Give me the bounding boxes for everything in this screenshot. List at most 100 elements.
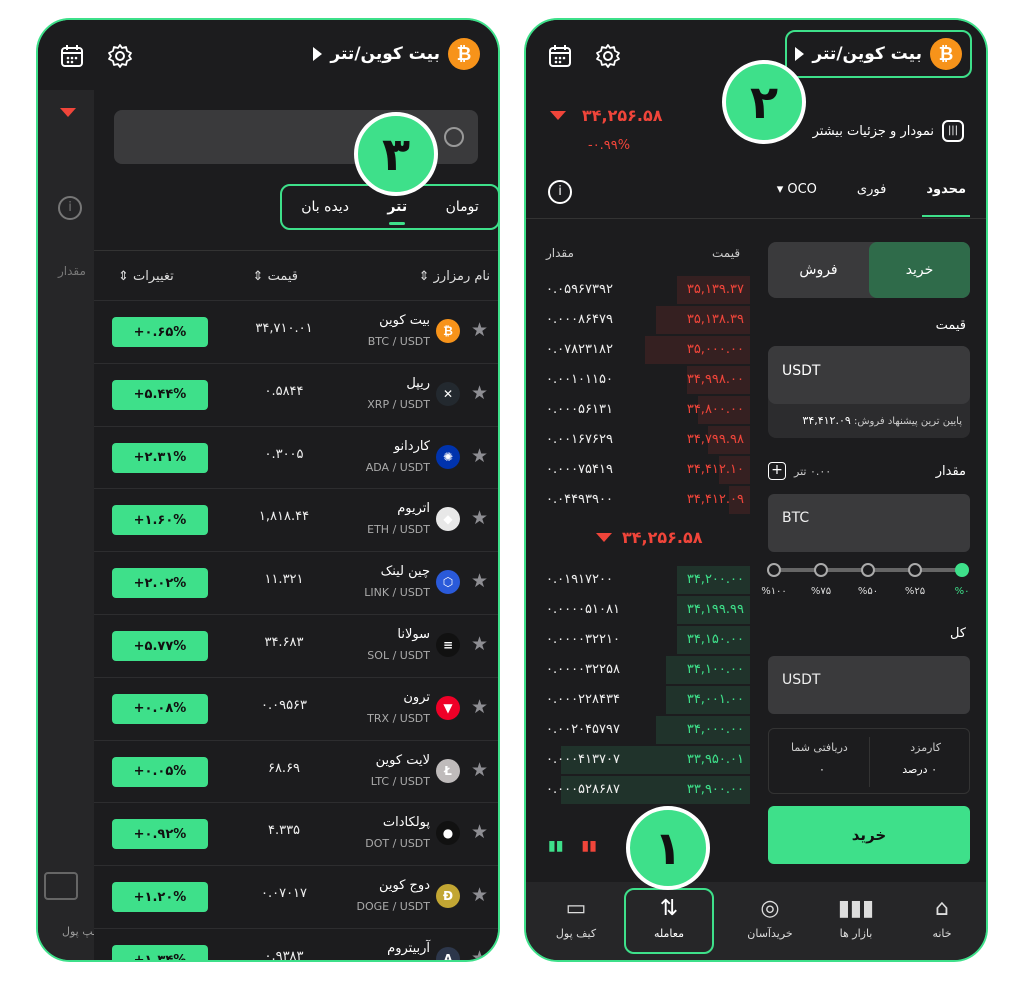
nav-trade-label: معامله	[654, 927, 684, 940]
star-icon[interactable]: ★	[471, 445, 488, 467]
star-icon[interactable]: ★	[471, 570, 488, 592]
star-icon[interactable]: ★	[471, 507, 488, 529]
calendar-icon[interactable]	[546, 42, 574, 70]
market-row[interactable]: ★ ◆ اتریوم ETH / USDT ۱,۸۱۸.۴۴ +۱.۶۰%	[94, 488, 498, 551]
calendar-icon[interactable]	[58, 42, 86, 70]
ask-row[interactable]: ۰.۰۵۹۶۷۳۹۲ ۳۵,۱۳۹.۳۷	[540, 276, 750, 304]
price-input[interactable]: USDT	[768, 346, 970, 404]
star-icon[interactable]: ★	[471, 884, 488, 906]
bid-row[interactable]: ۰.۰۰۰۰۳۲۲۵۸ ۳۴,۱۰۰.۰۰	[540, 656, 750, 684]
market-row[interactable]: ★ ✕ ریپل XRP / USDT ۰.۵۸۴۴ +۵.۴۴%	[94, 362, 498, 426]
gear-icon[interactable]	[106, 42, 134, 70]
bid-qty: ۰.۰۰۲۰۴۵۷۹۷	[546, 722, 620, 737]
tab-market[interactable]: فوری	[857, 182, 886, 197]
fee-summary: کارمزد ۰ درصد دریافتی شما ۰	[768, 728, 970, 794]
star-icon[interactable]: ★	[471, 947, 488, 960]
plus-icon[interactable]: +	[768, 462, 786, 480]
bid-row[interactable]: ۰.۰۱۹۱۷۲۰۰ ۳۴,۲۰۰.۰۰	[540, 566, 750, 594]
coin-logo-icon: ≡	[436, 633, 460, 657]
tab-toman[interactable]: تومان	[446, 199, 479, 215]
ask-row[interactable]: ۰.۰۰۱۶۷۶۲۹ ۳۴,۷۹۹.۹۸	[540, 426, 750, 454]
slider-stop[interactable]	[861, 563, 875, 577]
bid-row[interactable]: ۰.۰۰۲۰۴۵۷۹۷ ۳۴,۰۰۰.۰۰	[540, 716, 750, 744]
sort-name[interactable]: نام رمزارز ⇕	[419, 269, 490, 284]
market-row[interactable]: ★ ▼ ترون TRX / USDT ۰.۰۹۵۶۳ +۰.۰۸%	[94, 676, 498, 740]
header: ₿ بیت کوین/تتر	[38, 20, 498, 90]
nav-markets[interactable]: ▮▮▮ بازار ها	[816, 896, 896, 940]
book-view-bids-icon[interactable]: ▮▮	[548, 838, 563, 854]
ask-row[interactable]: ۰.۰۴۴۹۳۹۰۰ ۳۴,۴۱۲.۰۹	[540, 486, 750, 514]
chart-link[interactable]: ||| نمودار و جزئیات بیشتر	[813, 120, 964, 142]
tab-tether[interactable]: تتر	[387, 199, 407, 225]
down-arrow-icon	[596, 533, 612, 542]
ask-row[interactable]: ۰.۰۰۰۷۵۴۱۹ ۳۴,۴۱۲.۱۰	[540, 456, 750, 484]
tab-oco[interactable]: OCO ▾	[777, 182, 817, 197]
fee-divider	[869, 737, 870, 787]
pair-selector[interactable]: ₿ بیت کوین/تتر	[785, 30, 972, 78]
market-row[interactable]: ★ ● پولکادات DOT / USDT ۴.۳۳۵ +۰.۹۲%	[94, 802, 498, 865]
market-row[interactable]: ★ ≡ سولانا SOL / USDT ۳۴.۶۸۳ +۵.۷۷%	[94, 614, 498, 677]
coin-name: ترون	[403, 689, 430, 705]
coin-logo-icon: ₿	[436, 319, 460, 343]
tab-limit[interactable]: محدود	[922, 182, 970, 217]
slider-stop[interactable]	[908, 563, 922, 577]
buy-tab[interactable]: خرید	[869, 242, 970, 298]
total-input[interactable]: USDT	[768, 656, 970, 714]
book-view-asks-icon[interactable]: ▮▮	[581, 838, 596, 854]
market-row[interactable]: ★ ₿ بیت کوین BTC / USDT ۳۴,۷۱۰.۰۱ +۰.۶۵%	[94, 300, 498, 363]
coin-price: ۰.۰۹۵۶۳	[260, 697, 308, 713]
pair-selector[interactable]: ₿ بیت کوین/تتر	[313, 38, 480, 70]
sort-price[interactable]: قیمت ⇕	[253, 269, 298, 284]
nav-home[interactable]: ⌂ خانه	[902, 896, 982, 940]
market-row[interactable]: ★AآربیترومARB / USDT۰.۹۳۸۳+۱.۳۴%	[94, 928, 498, 960]
sell-tab[interactable]: فروش	[768, 242, 869, 298]
sort-change[interactable]: تغییرات ⇕	[118, 269, 174, 284]
coin-symbol: DOT / USDT	[365, 837, 430, 851]
markets-screen: ₿ بیت کوین/تتر i مقدار ـپ پول تومان تتر …	[36, 18, 500, 962]
nav-easy-buy[interactable]: ◎ خریدآسان	[730, 896, 810, 940]
star-icon[interactable]: ★	[471, 759, 488, 781]
gear-icon[interactable]	[594, 42, 622, 70]
coin-symbol: SOL / USDT	[367, 649, 430, 662]
market-row[interactable]: ★ Ł لایت کوین LTC / USDT ۶۸.۶۹ +۰.۰۵%	[94, 739, 498, 803]
change-badge: +۰.۰۸%	[112, 693, 208, 724]
slider-stop[interactable]	[814, 563, 828, 577]
nav-trade[interactable]: ⇅ معامله	[624, 888, 714, 954]
col-change: تغییرات	[133, 269, 174, 284]
star-icon[interactable]: ★	[471, 821, 488, 843]
slider-stop[interactable]	[955, 563, 969, 577]
market-row[interactable]: ★ ⬡ چین لینک LINK / USDT ۱۱.۳۲۱ +۲.۰۲%	[94, 551, 498, 614]
bid-row[interactable]: ۰.۰۰۰۲۲۸۴۳۴ ۳۴,۰۰۱.۰۰	[540, 686, 750, 714]
bid-row[interactable]: ۰.۰۰۰۴۱۳۷۰۷ ۳۳,۹۵۰.۰۱	[540, 746, 750, 774]
bid-row[interactable]: ۰.۰۰۰۰۳۲۲۱۰ ۳۴,۱۵۰.۰۰	[540, 626, 750, 654]
tab-oco-label: OCO	[787, 182, 817, 197]
buy-submit-button[interactable]: خرید	[768, 806, 970, 864]
ask-row[interactable]: ۰.۰۰۰۵۶۱۳۱ ۳۴,۸۰۰.۰۰	[540, 396, 750, 424]
col-price: قیمت	[267, 269, 298, 284]
market-row[interactable]: ★ Ð دوج کوین DOGE / USDT ۰.۰۷۰۱۷ +۱.۲۰%	[94, 865, 498, 928]
amount-input[interactable]: BTC	[768, 494, 970, 552]
ask-price: ۳۵,۱۳۸.۳۹	[686, 312, 744, 327]
nav-wallet[interactable]: ▭ کیف پول	[536, 896, 616, 940]
change-badge: +۵.۷۷%	[112, 631, 208, 661]
bid-row[interactable]: ۰.۰۰۰۰۵۱۰۸۱ ۳۴,۱۹۹.۹۹	[540, 596, 750, 624]
star-icon[interactable]: ★	[471, 696, 488, 718]
coin-price: ۳۴.۶۸۳	[264, 635, 304, 650]
ask-row[interactable]: ۰.۰۷۸۲۳۱۸۲ ۳۵,۰۰۰.۰۰	[540, 336, 750, 364]
info-icon[interactable]: i	[548, 180, 572, 204]
ask-row[interactable]: ۰.۰۰۱۰۱۱۵۰ ۳۴,۹۹۸.۰۰	[540, 366, 750, 394]
lowest-offer[interactable]: پایین ترین پیشنهاد فروش: ۳۴,۴۱۲.۰۹	[802, 414, 962, 427]
ask-price: ۳۵,۰۰۰.۰۰	[686, 342, 744, 357]
nav-easy-buy-label: خریدآسان	[747, 927, 793, 940]
bid-qty: ۰.۰۰۰۰۳۲۲۵۸	[546, 662, 620, 677]
buy-sell-toggle: فروش خرید	[768, 242, 970, 298]
star-icon[interactable]: ★	[471, 382, 488, 404]
ask-row[interactable]: ۰.۰۰۰۸۶۴۷۹ ۳۵,۱۳۸.۳۹	[540, 306, 750, 334]
bid-row[interactable]: ۰.۰۰۰۵۲۸۶۸۷ ۳۳,۹۰۰.۰۰	[540, 776, 750, 804]
star-icon[interactable]: ★	[471, 319, 488, 341]
market-row[interactable]: ★ ✺ کاردانو ADA / USDT ۰.۳۰۰۵ +۲.۳۱%	[94, 425, 498, 489]
tab-watchlist[interactable]: دیده بان	[301, 199, 349, 215]
pair-label: بیت کوین/تتر	[330, 44, 440, 64]
star-icon[interactable]: ★	[471, 633, 488, 655]
slider-stop[interactable]	[767, 563, 781, 577]
